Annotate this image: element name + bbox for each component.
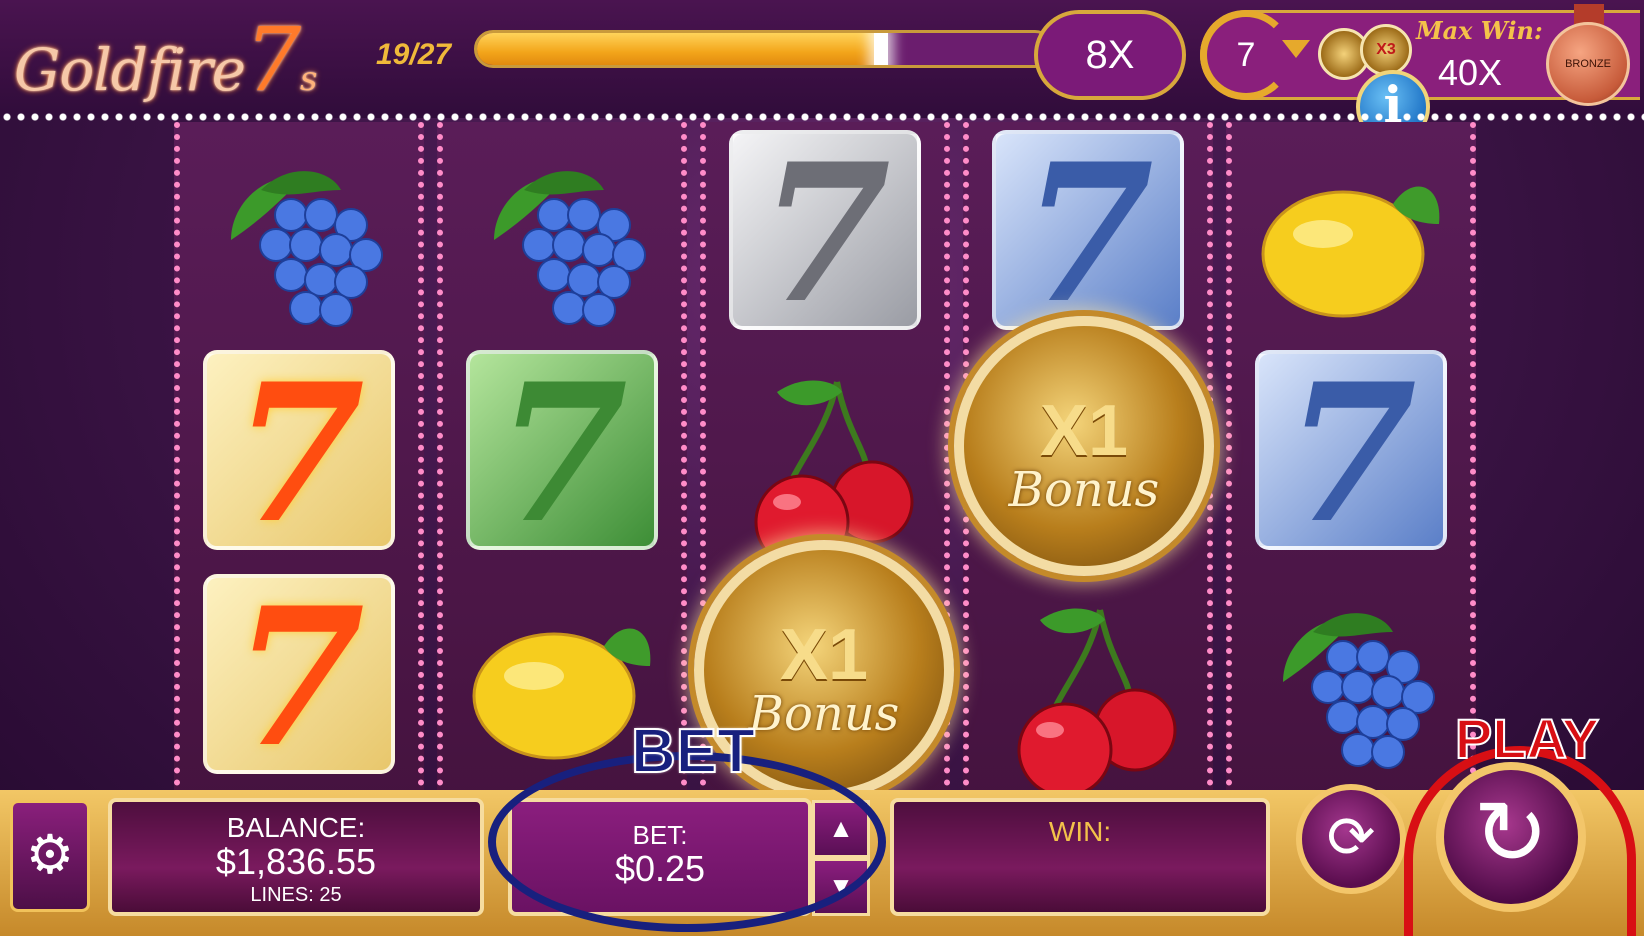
progress-count: 19/27	[376, 38, 452, 71]
balance-value: $1,836.55	[215, 841, 377, 882]
spins-arrow-icon	[1282, 40, 1310, 58]
bet-callout-label: BET	[630, 716, 756, 787]
settings-button[interactable]: ⚙	[10, 800, 90, 912]
max-win-value: 40X	[1438, 52, 1503, 93]
cherries-symbol	[980, 580, 1196, 796]
game-stage: Goldfire7s 19/27 8X 7 X3 Max Win: 40X i …	[0, 0, 1644, 936]
silver-seven-symbol: 7	[717, 122, 933, 338]
logo-seven: 7	[245, 8, 301, 111]
green-seven-tile: 7	[466, 350, 658, 554]
win-label: WIN:	[1048, 816, 1112, 847]
lines-label: LINES: 25	[250, 884, 342, 906]
grapes-icon	[1283, 613, 1435, 769]
max-win-label: Max Win:	[1416, 16, 1543, 45]
logo-suffix: s	[300, 59, 317, 99]
gear-icon: ⚙	[25, 825, 75, 885]
silver-seven-tile: 7	[729, 130, 921, 334]
autoplay-button[interactable]: ⟳	[1296, 784, 1406, 894]
blue-seven-tile: 7	[992, 130, 1184, 334]
grapes-icon	[231, 171, 383, 327]
bonus-word: Bonus	[1008, 462, 1160, 518]
blue-seven-tile: 7	[1255, 350, 1447, 554]
lemon-icon	[1261, 186, 1440, 318]
progress-bar	[474, 30, 1054, 68]
fire-seven-tile: 7	[203, 350, 395, 554]
blue-seven-symbol: 7	[1243, 342, 1459, 558]
balance-panel: BALANCE: $1,836.55 LINES: 25	[108, 798, 484, 916]
mini-coin-label: X3	[1376, 41, 1396, 58]
cherries-icon	[754, 380, 914, 568]
balance-label: BALANCE:	[226, 812, 366, 843]
lemon-symbol	[1243, 144, 1459, 360]
logo-main-text: Goldfire	[14, 36, 246, 104]
bonus-coin-symbol: X1 Bonus	[954, 316, 1214, 576]
reel-1: 7 7	[174, 122, 424, 798]
grapes-symbol	[191, 130, 407, 346]
blue-seven-symbol: 7	[980, 122, 1196, 338]
marquee-lights	[0, 112, 1644, 122]
fire-seven-symbol: 7	[191, 566, 407, 782]
progress-fill	[477, 33, 882, 65]
fire-seven-tile: 7	[203, 574, 395, 778]
progress-knob	[874, 33, 889, 65]
win-panel: WIN:	[890, 798, 1270, 916]
autoplay-icon: ⟳	[1326, 805, 1376, 870]
play-callout-label: PLAY	[1454, 706, 1600, 771]
bonus-multiplier: X1	[779, 615, 869, 695]
free-spins-counter: 7	[1200, 10, 1292, 100]
grapes-symbol	[1243, 572, 1459, 788]
bronze-badge: BRONZE	[1546, 22, 1630, 106]
mini-bonus-coin-icon: X3	[1360, 24, 1412, 76]
fire-seven-symbol: 7	[191, 342, 407, 558]
cherries-symbol	[717, 352, 933, 568]
reel-2: 7	[437, 122, 687, 798]
reel-5: 7	[1226, 122, 1476, 798]
green-seven-symbol: 7	[454, 342, 670, 558]
multiplier-display: 8X	[1034, 10, 1186, 100]
cherries-icon	[1017, 608, 1177, 796]
grapes-icon	[494, 171, 646, 327]
bonus-multiplier: X1	[1039, 391, 1129, 471]
grapes-symbol	[454, 130, 670, 346]
game-logo: Goldfire7s	[14, 6, 317, 114]
